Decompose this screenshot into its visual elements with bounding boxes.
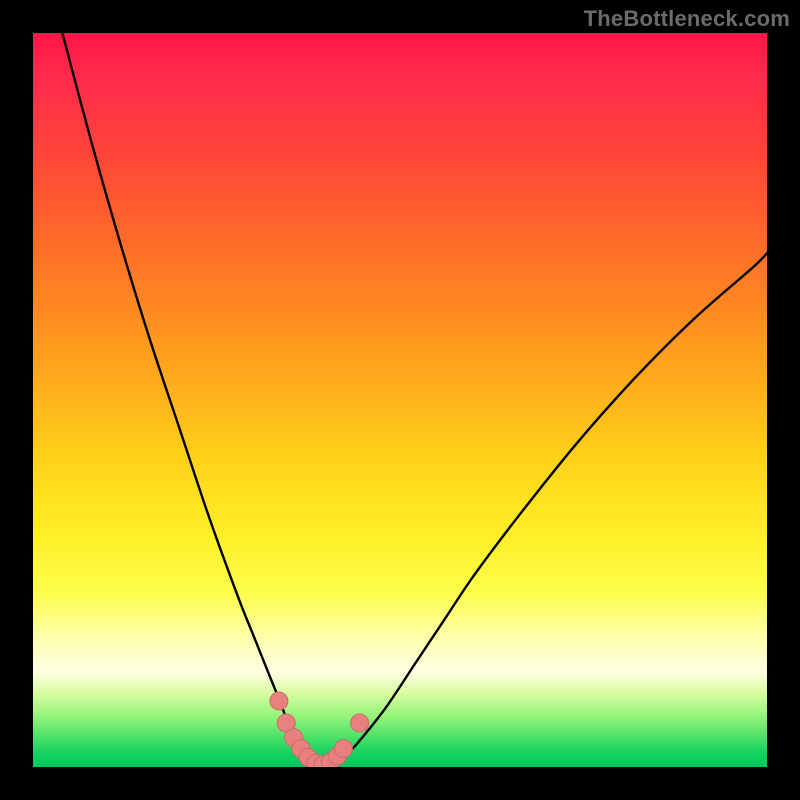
plot-area — [33, 33, 767, 767]
right-branch-curve — [341, 253, 767, 759]
left-branch-curve — [62, 33, 304, 760]
chart-svg — [33, 33, 767, 767]
curve-group — [62, 33, 767, 767]
chart-frame: TheBottleneck.com — [0, 0, 800, 800]
watermark-text: TheBottleneck.com — [584, 6, 790, 32]
markers-group — [270, 692, 369, 767]
marker-dot — [351, 714, 369, 732]
marker-dot — [334, 740, 352, 758]
marker-dot — [270, 692, 288, 710]
